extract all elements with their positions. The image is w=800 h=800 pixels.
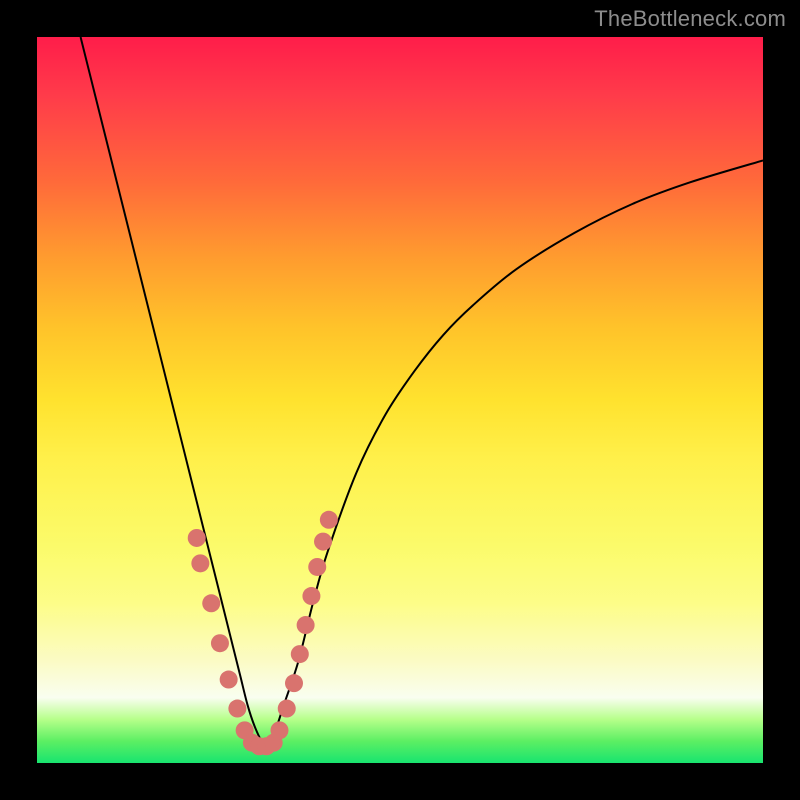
curve-marker [291, 645, 309, 663]
watermark-label: TheBottleneck.com [594, 6, 786, 32]
bottleneck-curve [81, 37, 763, 743]
curve-marker [302, 587, 320, 605]
curve-marker [297, 616, 315, 634]
marker-group [188, 511, 338, 756]
curve-marker [278, 700, 296, 718]
curve-marker [191, 554, 209, 572]
curve-marker [270, 721, 288, 739]
curve-group [81, 37, 763, 743]
plot-area [37, 37, 763, 763]
curve-marker [202, 594, 220, 612]
curve-marker [308, 558, 326, 576]
curve-marker [220, 671, 238, 689]
curve-marker [228, 700, 246, 718]
curve-marker [320, 511, 338, 529]
curve-marker [188, 529, 206, 547]
chart-frame: TheBottleneck.com [0, 0, 800, 800]
curve-marker [211, 634, 229, 652]
curve-marker [285, 674, 303, 692]
curve-svg [37, 37, 763, 763]
curve-marker [314, 533, 332, 551]
